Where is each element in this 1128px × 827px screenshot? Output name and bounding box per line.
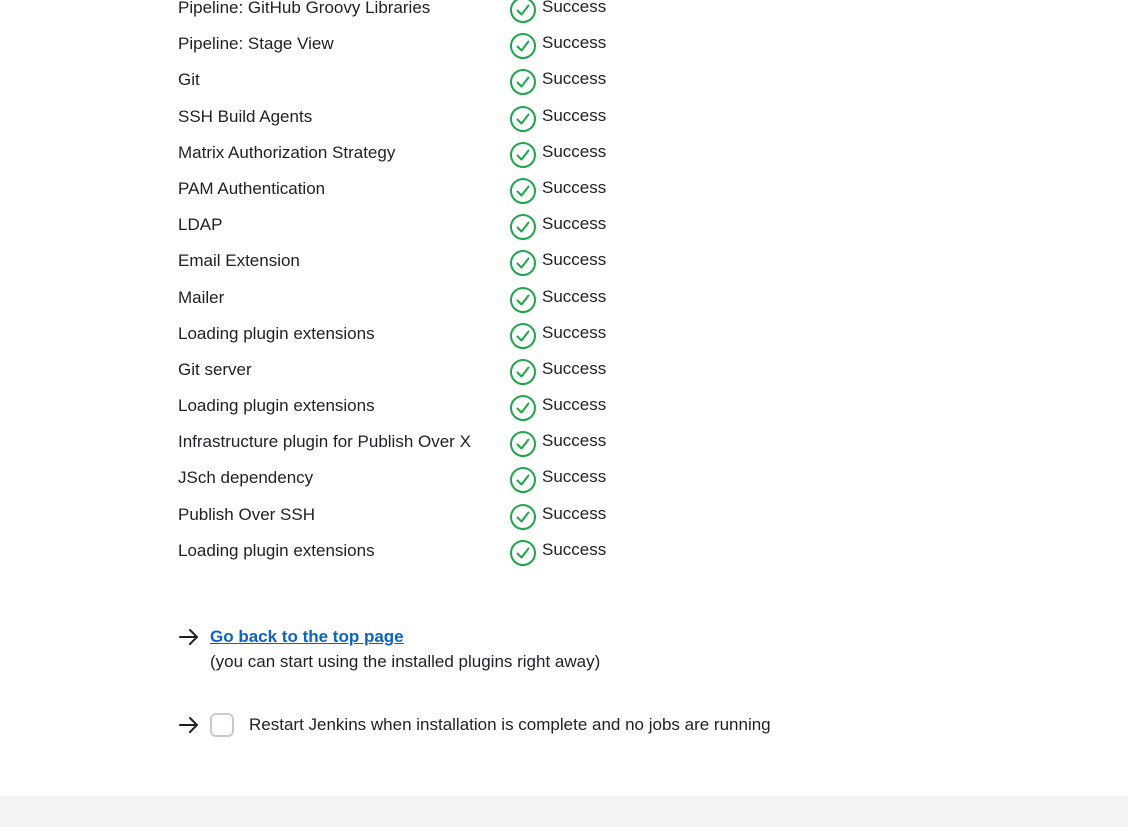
restart-jenkins-label[interactable]: Restart Jenkins when installation is com… bbox=[249, 714, 771, 736]
restart-jenkins-checkbox[interactable] bbox=[210, 713, 234, 737]
go-back-texts: Go back to the top page (you can start u… bbox=[210, 626, 600, 672]
status-text: Success bbox=[542, 105, 607, 125]
plugin-row: Pipeline: Stage View Success bbox=[178, 25, 698, 61]
check-circle-icon bbox=[509, 466, 537, 494]
check-circle-icon bbox=[509, 249, 537, 277]
plugin-name: Matrix Authorization Strategy bbox=[178, 142, 396, 162]
plugin-status: Success bbox=[509, 430, 606, 458]
status-text: Success bbox=[542, 177, 607, 197]
go-back-action: Go back to the top page (you can start u… bbox=[178, 626, 600, 672]
plugin-name: SSH Build Agents bbox=[178, 106, 313, 126]
check-circle-icon bbox=[509, 430, 537, 458]
plugin-row: Loading plugin extensions Success bbox=[178, 532, 698, 568]
arrow-right-icon bbox=[178, 714, 200, 736]
status-text: Success bbox=[542, 395, 607, 415]
plugin-status: Success bbox=[509, 539, 606, 567]
check-circle-icon bbox=[509, 286, 537, 314]
status-text: Success bbox=[542, 33, 607, 53]
plugin-row: LDAP Success bbox=[178, 206, 698, 242]
status-text: Success bbox=[542, 467, 607, 487]
status-text: Success bbox=[542, 322, 607, 342]
status-text: Success bbox=[542, 214, 607, 234]
status-text: Success bbox=[542, 250, 607, 270]
go-back-top-page-link[interactable]: Go back to the top page bbox=[210, 626, 600, 648]
check-circle-icon bbox=[509, 0, 537, 24]
plugin-status: Success bbox=[509, 394, 606, 422]
status-text: Success bbox=[542, 503, 607, 523]
plugin-name: Loading plugin extensions bbox=[178, 323, 375, 343]
status-text: Success bbox=[542, 286, 607, 306]
check-circle-icon bbox=[509, 105, 537, 133]
check-circle-icon bbox=[509, 394, 537, 422]
plugin-row: Pipeline: GitHub Groovy Libraries Success bbox=[178, 0, 698, 25]
check-circle-icon bbox=[509, 358, 537, 386]
plugin-status: Success bbox=[509, 32, 606, 60]
plugin-name: Infrastructure plugin for Publish Over X bbox=[178, 432, 471, 452]
plugin-row: PAM Authentication Success bbox=[178, 170, 698, 206]
check-circle-icon bbox=[509, 503, 537, 531]
plugin-name: Loading plugin extensions bbox=[178, 396, 375, 416]
restart-action: Restart Jenkins when installation is com… bbox=[178, 713, 771, 737]
check-circle-icon bbox=[509, 539, 537, 567]
status-text: Success bbox=[542, 431, 607, 451]
plugin-status: Success bbox=[509, 141, 606, 169]
plugin-row: Git Success bbox=[178, 61, 698, 97]
plugin-row: Infrastructure plugin for Publish Over X… bbox=[178, 423, 698, 459]
check-circle-icon bbox=[509, 322, 537, 350]
plugin-status: Success bbox=[509, 177, 606, 205]
page-footer bbox=[0, 796, 1128, 827]
plugin-status: Success bbox=[509, 358, 606, 386]
plugin-row: Loading plugin extensions Success bbox=[178, 387, 698, 423]
status-text: Success bbox=[542, 141, 607, 161]
check-circle-icon bbox=[509, 32, 537, 60]
plugin-name: LDAP bbox=[178, 215, 223, 235]
plugin-status: Success bbox=[509, 286, 606, 314]
plugin-status: Success bbox=[509, 213, 606, 241]
plugin-row: Publish Over SSH Success bbox=[178, 496, 698, 532]
plugin-name: Publish Over SSH bbox=[178, 504, 315, 524]
plugin-status: Success bbox=[509, 322, 606, 350]
check-circle-icon bbox=[509, 68, 537, 96]
status-text: Success bbox=[542, 0, 607, 16]
plugin-name: Email Extension bbox=[178, 251, 300, 271]
check-circle-icon bbox=[509, 177, 537, 205]
plugin-row: Email Extension Success bbox=[178, 242, 698, 278]
plugin-status: Success bbox=[509, 0, 606, 24]
status-text: Success bbox=[542, 69, 607, 89]
go-back-hint: (you can start using the installed plugi… bbox=[210, 652, 601, 671]
plugin-row: JSch dependency Success bbox=[178, 459, 698, 495]
status-text: Success bbox=[542, 539, 607, 559]
plugin-name: Mailer bbox=[178, 287, 225, 307]
status-text: Success bbox=[542, 358, 607, 378]
plugin-install-status-table: Pipeline: GitHub Groovy Libraries Success… bbox=[178, 0, 698, 568]
plugin-row: Mailer Success bbox=[178, 279, 698, 315]
check-circle-icon bbox=[509, 141, 537, 169]
plugin-row: Loading plugin extensions Success bbox=[178, 315, 698, 351]
plugin-name: Pipeline: Stage View bbox=[178, 34, 334, 54]
arrow-right-icon bbox=[178, 626, 200, 648]
plugin-status: Success bbox=[509, 249, 606, 277]
plugin-row: Git server Success bbox=[178, 351, 698, 387]
check-circle-icon bbox=[509, 213, 537, 241]
plugin-name: Git bbox=[178, 70, 200, 90]
plugin-name: PAM Authentication bbox=[178, 178, 326, 198]
plugin-status: Success bbox=[509, 68, 606, 96]
plugin-row: SSH Build Agents Success bbox=[178, 98, 698, 134]
plugin-name: Pipeline: GitHub Groovy Libraries bbox=[178, 0, 431, 17]
plugin-status: Success bbox=[509, 503, 606, 531]
plugin-name: Loading plugin extensions bbox=[178, 540, 375, 560]
plugin-name: Git server bbox=[178, 359, 252, 379]
plugin-status: Success bbox=[509, 105, 606, 133]
plugin-row: Matrix Authorization Strategy Success bbox=[178, 134, 698, 170]
plugin-status: Success bbox=[509, 466, 606, 494]
plugin-name: JSch dependency bbox=[178, 468, 314, 488]
